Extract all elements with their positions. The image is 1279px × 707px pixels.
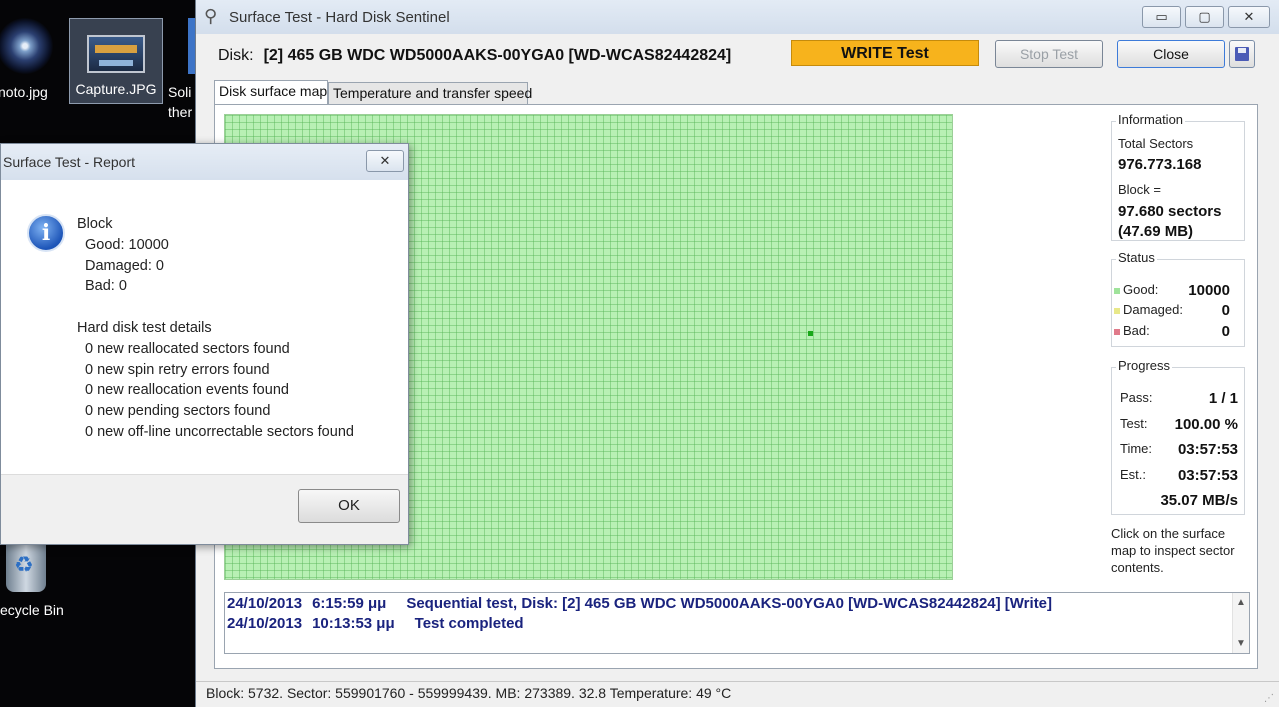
dialog-close-button[interactable]: ✕ xyxy=(366,150,404,172)
pass-value: 1 / 1 xyxy=(1208,390,1238,407)
progress-title: Progress xyxy=(1116,358,1173,373)
stop-test-button[interactable]: Stop Test xyxy=(995,40,1103,68)
log-box[interactable]: 24/10/2013 6:15:59 μμ Sequential test, Dis… xyxy=(224,592,1250,654)
window-titlebar[interactable]: ⚲ Surface Test - Hard Disk Sentinel ▭ ▢ … xyxy=(196,0,1279,34)
minimize-icon: ▭ xyxy=(1155,9,1168,24)
current-block-marker xyxy=(808,331,813,336)
write-test-indicator: WRITE Test xyxy=(791,40,979,66)
report-body: Block Good: 10000 Damaged: 0 Bad: 0 Hard… xyxy=(77,214,354,443)
speed-value: 35.07 MB/s xyxy=(1160,492,1238,509)
damaged-value: 0 xyxy=(1221,302,1230,319)
bad-color-swatch xyxy=(1114,328,1120,335)
block-size-value: (47.69 MB) xyxy=(1118,223,1194,240)
desktop-icon-label: ecycle Bin xyxy=(0,602,64,618)
floppy-disk-icon xyxy=(1235,47,1249,61)
est-label: Est.: xyxy=(1120,467,1147,482)
desktop-icon-label: noto.jpg xyxy=(0,84,48,100)
report-damaged: Damaged: 0 xyxy=(85,257,164,274)
tab-disk-surface-map[interactable]: Disk surface map xyxy=(214,80,328,105)
good-color-swatch xyxy=(1114,287,1120,294)
recycle-bin-icon xyxy=(6,540,46,592)
information-group: Information Total Sectors 976.773.168 Bl… xyxy=(1111,112,1245,241)
detail-item: 0 new reallocated sectors found xyxy=(85,340,290,357)
maximize-button[interactable]: ▢ xyxy=(1185,6,1224,28)
dialog-title: Surface Test - Report xyxy=(3,154,136,170)
detail-item: 0 new off-line uncorrectable sectors fou… xyxy=(85,423,354,440)
desktop-icon-photo[interactable]: noto.jpg xyxy=(0,18,60,100)
bad-value: 0 xyxy=(1221,323,1230,340)
desktop-icon-label: Capture.JPG xyxy=(75,81,157,97)
resize-grip-icon[interactable]: ⋰ xyxy=(1264,688,1274,707)
est-value: 03:57:53 xyxy=(1177,467,1238,484)
log-line: 24/10/2013 10:13:53 μμ Test completed xyxy=(227,615,524,632)
scroll-up-icon[interactable]: ▲ xyxy=(1236,597,1246,608)
scroll-down-icon[interactable]: ▼ xyxy=(1236,638,1246,649)
save-button[interactable] xyxy=(1229,40,1255,68)
log-time: 10:13:53 μμ xyxy=(312,615,395,632)
status-bar: Block: 5732. Sector: 559901760 - 5599994… xyxy=(196,681,1279,707)
detail-item: 0 new spin retry errors found xyxy=(85,361,270,378)
disk-label: Disk: [2] 465 GB WDC WD5000AAKS-00YGA0 [W… xyxy=(218,47,731,65)
log-time: 6:15:59 μμ xyxy=(312,595,387,612)
total-sectors-label: Total Sectors xyxy=(1118,136,1194,151)
close-button[interactable]: Close xyxy=(1117,40,1225,68)
good-value: 10000 xyxy=(1188,282,1230,299)
close-icon: ✕ xyxy=(1243,9,1255,24)
log-message: Test completed xyxy=(414,615,524,632)
status-group: Status Good: 10000 Damaged: 0 Bad: 0 xyxy=(1111,250,1245,347)
minimize-button[interactable]: ▭ xyxy=(1142,6,1181,28)
total-sectors-value: 976.773.168 xyxy=(1118,156,1202,173)
disk-prefix: Disk: xyxy=(218,47,254,64)
block-heading: Block xyxy=(77,216,113,232)
report-good: Good: 10000 xyxy=(85,236,169,253)
stethoscope-icon: ⚲ xyxy=(204,6,218,26)
report-bad: Bad: 0 xyxy=(85,278,127,295)
time-label: Time: xyxy=(1120,441,1153,456)
disk-name: [2] 465 GB WDC WD5000AAKS-00YGA0 [WD-WCA… xyxy=(263,47,732,64)
maximize-icon: ▢ xyxy=(1198,9,1211,24)
good-label: Good: xyxy=(1114,282,1158,297)
detail-item: 0 new reallocation events found xyxy=(85,382,289,399)
damaged-color-swatch xyxy=(1114,307,1120,314)
surface-map-hint: Click on the surface map to inspect sect… xyxy=(1111,526,1235,575)
galaxy-image-icon xyxy=(0,18,53,74)
close-icon: ✕ xyxy=(379,153,391,168)
detail-item: 0 new pending sectors found xyxy=(85,403,271,420)
dialog-footer: OK xyxy=(1,474,408,544)
status-bar-text: Block: 5732. Sector: 559901760 - 5599994… xyxy=(206,685,732,701)
damaged-label: Damaged: xyxy=(1114,302,1183,317)
ok-button[interactable]: OK xyxy=(298,489,400,523)
log-scrollbar[interactable]: ▲ ▼ xyxy=(1232,593,1249,653)
block-sectors-value: 97.680 sectors xyxy=(1118,203,1222,220)
log-date: 24/10/2013 xyxy=(227,615,303,632)
progress-group: Progress Pass: 1 / 1 Test: 100.00 % Time… xyxy=(1111,358,1245,515)
log-line: 24/10/2013 6:15:59 μμ Sequential test, Dis… xyxy=(227,595,1052,612)
bad-label: Bad: xyxy=(1114,323,1150,338)
test-label: Test: xyxy=(1120,416,1148,431)
desktop-icon-capture[interactable]: Capture.JPG xyxy=(69,18,163,104)
tab-temperature-transfer-speed[interactable]: Temperature and transfer speed xyxy=(328,82,532,104)
block-label: Block = xyxy=(1118,182,1161,197)
dialog-titlebar[interactable]: Surface Test - Report ✕ xyxy=(1,144,408,180)
test-value: 100.00 % xyxy=(1174,416,1238,433)
details-heading: Hard disk test details xyxy=(77,319,212,336)
window-close-button[interactable]: ✕ xyxy=(1228,6,1270,28)
information-icon: i xyxy=(27,214,65,252)
desktop-icon-recycle-bin[interactable]: ecycle Bin xyxy=(0,540,72,618)
image-file-icon xyxy=(87,35,145,73)
log-message: Sequential test, Disk: [2] 465 GB WDC WD… xyxy=(406,595,1053,612)
report-dialog: Surface Test - Report ✕ i Block Good: 10… xyxy=(0,143,409,545)
status-title: Status xyxy=(1116,250,1157,265)
log-date: 24/10/2013 xyxy=(227,595,303,612)
pass-label: Pass: xyxy=(1120,390,1153,405)
time-value: 03:57:53 xyxy=(1177,441,1238,458)
information-title: Information xyxy=(1116,112,1186,127)
window-title: Surface Test - Hard Disk Sentinel xyxy=(229,9,450,26)
